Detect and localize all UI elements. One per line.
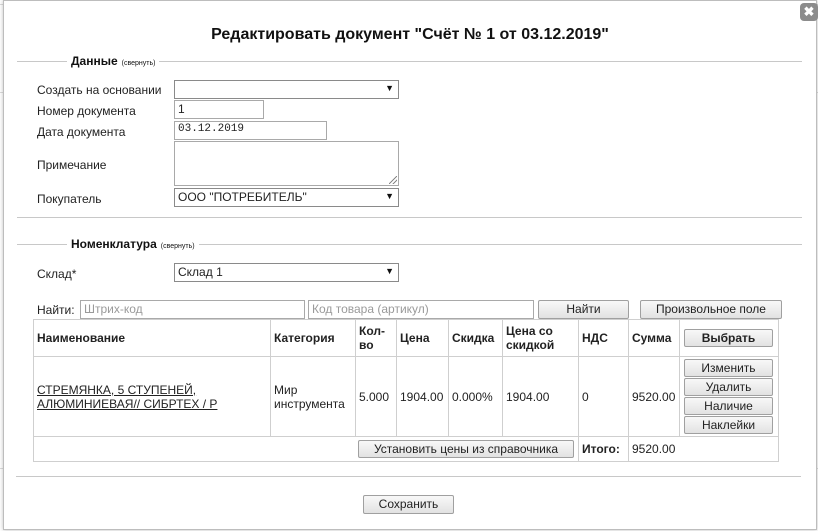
- basis-select[interactable]: ▼: [174, 80, 399, 99]
- data-section-collapse-link[interactable]: (свернуть): [122, 60, 156, 67]
- dialog-title: Редактировать документ "Счёт № 1 от 03.1…: [211, 26, 609, 43]
- number-label: Номер документа: [37, 104, 136, 118]
- chevron-down-icon: ▼: [385, 191, 394, 201]
- nomenclature-section-legend: Номенклатура (свернуть): [67, 237, 199, 251]
- select-item-button[interactable]: Выбрать: [684, 329, 773, 347]
- custom-field-button[interactable]: Произвольное поле: [640, 300, 782, 319]
- section-divider: [17, 217, 802, 218]
- product-code-placeholder: Код товара (артикул): [312, 302, 429, 316]
- item-actions: Изменить Удалить Наличие Наклейки: [679, 356, 779, 437]
- item-name-link[interactable]: СТРЕМЯНКА, 5 СТУПЕНЕЙ, АЛЮМИНИЕВАЯ// СИБ…: [33, 356, 271, 437]
- column-header-actions: Выбрать: [679, 319, 779, 357]
- warehouse-label: Склад*: [37, 267, 77, 281]
- buyer-label: Покупатель: [37, 192, 102, 206]
- data-section-legend: Данные (свернуть): [67, 54, 160, 68]
- item-vat: 0: [578, 356, 629, 437]
- column-header-discount: Скидка: [448, 319, 503, 357]
- total-value: 9520.00: [628, 436, 779, 462]
- document-date-input[interactable]: 03.12.2019: [174, 121, 327, 140]
- chevron-down-icon: ▼: [385, 83, 394, 93]
- item-price: 1904.00: [396, 356, 449, 437]
- item-sum: 9520.00: [628, 356, 680, 437]
- item-qty: 5.000: [355, 356, 397, 437]
- table-row: СТРЕМЯНКА, 5 СТУПЕНЕЙ, АЛЮМИНИЕВАЯ// СИБ…: [33, 356, 779, 437]
- labels-button[interactable]: Наклейки: [684, 416, 773, 434]
- document-number-input[interactable]: 1: [174, 100, 264, 119]
- warehouse-select-value: Склад 1: [178, 265, 223, 279]
- note-textarea[interactable]: [174, 141, 399, 186]
- buyer-select-value: ООО "ПОТРЕБИТЕЛЬ": [178, 190, 307, 204]
- set-prices-button[interactable]: Установить цены из справочника: [358, 440, 574, 458]
- column-header-category: Категория: [270, 319, 356, 357]
- resize-grip-icon[interactable]: [389, 176, 397, 184]
- column-header-qty: Кол-во: [355, 319, 397, 357]
- barcode-placeholder: Штрих-код: [84, 302, 143, 316]
- date-label: Дата документа: [37, 125, 126, 139]
- item-category: Мир инструмента: [270, 356, 356, 437]
- close-icon[interactable]: ✖: [800, 3, 818, 21]
- chevron-down-icon: ▼: [385, 266, 394, 276]
- table-header-row: Наименование Категория Кол-во Цена Скидк…: [33, 319, 779, 357]
- delete-item-button[interactable]: Удалить: [684, 378, 773, 396]
- nomenclature-table: Наименование Категория Кол-во Цена Скидк…: [33, 319, 779, 462]
- column-header-discount-price: Цена со скидкой: [502, 319, 579, 357]
- availability-button[interactable]: Наличие: [684, 397, 773, 415]
- edit-item-button[interactable]: Изменить: [684, 359, 773, 377]
- find-label: Найти:: [37, 303, 75, 317]
- save-button[interactable]: Сохранить: [363, 495, 454, 514]
- column-header-price: Цена: [396, 319, 449, 357]
- barcode-search-input[interactable]: Штрих-код: [80, 300, 305, 319]
- section-divider: [16, 476, 801, 477]
- total-label: Итого:: [578, 436, 629, 462]
- column-header-sum: Сумма: [628, 319, 680, 357]
- data-section-title: Данные: [71, 54, 118, 68]
- column-header-vat: НДС: [578, 319, 629, 357]
- set-prices-cell: Установить цены из справочника: [33, 436, 579, 462]
- nomenclature-section-title: Номенклатура: [71, 237, 157, 251]
- table-total-row: Установить цены из справочника Итого: 95…: [33, 436, 779, 462]
- find-button[interactable]: Найти: [538, 300, 629, 319]
- item-discount-price: 1904.00: [502, 356, 579, 437]
- warehouse-select[interactable]: Склад 1 ▼: [174, 263, 399, 282]
- item-discount: 0.000%: [448, 356, 503, 437]
- nomenclature-collapse-link[interactable]: (свернуть): [161, 243, 195, 250]
- note-label: Примечание: [37, 158, 107, 172]
- buyer-select[interactable]: ООО "ПОТРЕБИТЕЛЬ" ▼: [174, 188, 399, 207]
- product-code-search-input[interactable]: Код товара (артикул): [308, 300, 534, 319]
- column-header-name: Наименование: [33, 319, 271, 357]
- basis-label: Создать на основании: [37, 83, 162, 97]
